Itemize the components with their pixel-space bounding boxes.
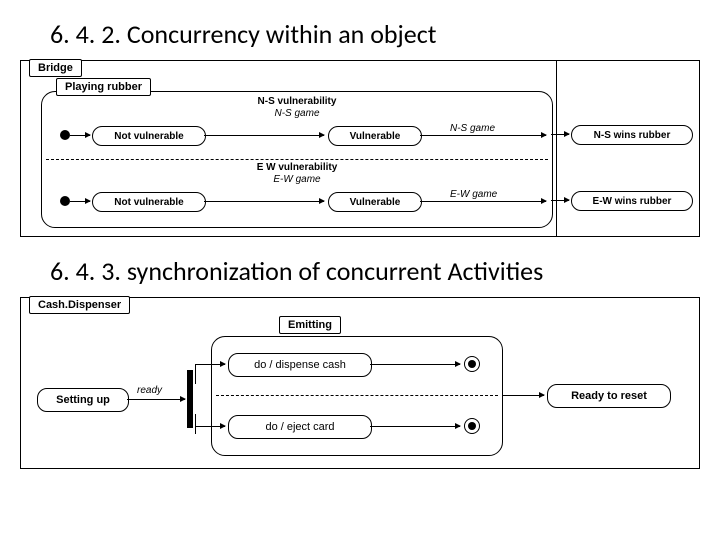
fork-up (195, 364, 196, 384)
frame-label-2: Cash.Dispenser (29, 296, 130, 314)
state-eject: do / eject card (228, 415, 372, 439)
initial-state-ns (60, 130, 70, 140)
section-heading-642: 6. 4. 2. Concurrency within an object (50, 18, 700, 50)
arrow-ready (127, 399, 185, 400)
arrow-ew-init (70, 201, 90, 202)
region-title-ew: E W vulnerability (42, 162, 552, 173)
arrow-ns-1 (204, 135, 324, 136)
frame-label: Bridge (29, 59, 82, 77)
arrow-to-ew-final (557, 200, 569, 201)
fork-bar (187, 370, 193, 428)
final-state-bot (464, 418, 480, 434)
composite-label: Playing rubber (56, 78, 151, 96)
region-separator-2 (216, 395, 498, 396)
arrow-dispense-final (370, 364, 460, 365)
diagram-divider (556, 61, 557, 236)
edge-label-ns-exit: N-S game (450, 123, 495, 134)
arrow-fork-top (195, 364, 225, 365)
state-setting-up: Setting up (37, 388, 129, 412)
arrow-eject-final (370, 426, 460, 427)
region-separator (46, 159, 548, 160)
composite-label-emitting: Emitting (279, 316, 341, 334)
state-ns-vuln: Vulnerable (328, 126, 422, 146)
state-dispense: do / dispense cash (228, 353, 372, 377)
section-heading-643: 6. 4. 3. synchronization of concurrent A… (50, 255, 700, 287)
diagram-bridge: Bridge Playing rubber N-S vulnerability … (20, 60, 700, 237)
arrow-to-ns-final (557, 134, 569, 135)
state-ew-wins: E-W wins rubber (571, 191, 693, 211)
diagram-dispenser: Cash.Dispenser Setting up ready Emitting… (20, 297, 700, 469)
connector-ew (551, 200, 556, 201)
final-state-top (464, 356, 480, 372)
arrow-to-reset (502, 395, 544, 396)
connector-ns (551, 134, 556, 135)
composite-playing-rubber: Playing rubber N-S vulnerability N-S gam… (41, 91, 553, 228)
edge-label-ready: ready (137, 385, 162, 396)
state-ns-wins: N-S wins rubber (571, 125, 693, 145)
arrow-ns-init (70, 135, 90, 136)
state-ns-notvuln: Not vulnerable (92, 126, 206, 146)
region-subtitle-ew: E-W game (42, 174, 552, 185)
initial-state-ew (60, 196, 70, 206)
arrow-ew-2 (420, 201, 546, 202)
arrow-ew-1 (204, 201, 324, 202)
region-subtitle-ns: N-S game (42, 108, 552, 119)
edge-label-ew-exit: E-W game (450, 189, 497, 200)
state-ready-reset: Ready to reset (547, 384, 671, 408)
composite-emitting: do / dispense cash do / eject card (211, 336, 503, 456)
fork-down (195, 414, 196, 434)
arrow-fork-bot (195, 426, 225, 427)
arrow-ns-2 (420, 135, 546, 136)
state-ew-vuln: Vulnerable (328, 192, 422, 212)
state-ew-notvuln: Not vulnerable (92, 192, 206, 212)
region-title-ns: N-S vulnerability (42, 96, 552, 107)
